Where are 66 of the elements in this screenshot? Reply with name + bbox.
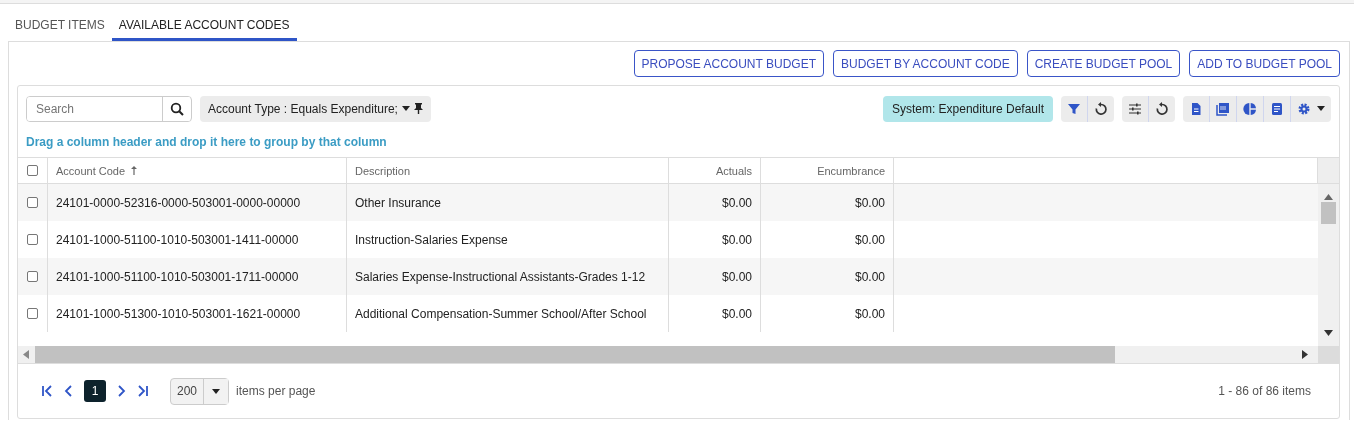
previous-page-icon bbox=[63, 385, 75, 397]
column-header[interactable]: Actuals bbox=[669, 158, 761, 183]
checkbox[interactable] bbox=[27, 165, 38, 176]
table-cell: $0.00 bbox=[854, 306, 885, 321]
search-icon bbox=[169, 101, 184, 116]
scroll-right-icon bbox=[1302, 350, 1308, 359]
table-cell: Salaries Expense-Instructional Assistants-Grades 1-12 bbox=[355, 269, 646, 284]
tab[interactable]: BUDGET ITEMS bbox=[8, 18, 112, 41]
scroll-down-icon bbox=[1324, 330, 1333, 336]
table-cell: $0.00 bbox=[721, 195, 752, 210]
table-cell: Additional Compensation-Summer School/After School bbox=[355, 306, 647, 321]
view-label: System: Expenditure Default bbox=[882, 95, 1053, 122]
checkbox[interactable] bbox=[27, 308, 38, 319]
caret-icon bbox=[1317, 106, 1325, 111]
action-button[interactable]: ADD TO BUDGET POOL bbox=[1189, 50, 1340, 77]
table-cell: $0.00 bbox=[721, 269, 752, 284]
reset-icon bbox=[1155, 101, 1169, 116]
search-button[interactable] bbox=[162, 96, 190, 121]
table-cell: Instruction-Salaries Expense bbox=[355, 232, 508, 247]
column-header[interactable]: Encumbrance bbox=[761, 158, 894, 183]
table-cell: $0.00 bbox=[854, 232, 885, 247]
table-cell: $0.00 bbox=[721, 306, 752, 321]
action-button[interactable]: PROPOSE ACCOUNT BUDGET bbox=[633, 50, 824, 77]
table-cell: $0.00 bbox=[854, 195, 885, 210]
table-cell: 24101-1000-51100-1010-503001-1411-00000 bbox=[56, 232, 299, 247]
filter-icon bbox=[1067, 101, 1081, 116]
document-icon bbox=[1189, 101, 1203, 116]
list-document-icon bbox=[1270, 101, 1284, 116]
table-cell: 24101-0000-52316-0000-503001-0000-00000 bbox=[56, 195, 301, 210]
scroll-up-icon bbox=[1324, 194, 1333, 200]
filter-label: Account Type : Equals Expenditure; bbox=[208, 101, 398, 116]
checkbox[interactable] bbox=[27, 271, 38, 282]
pager-summary: 1 - 86 of 86 items bbox=[1218, 384, 1311, 398]
search-box[interactable]: Search bbox=[26, 95, 192, 122]
scrollbar-thumb[interactable] bbox=[1321, 202, 1336, 224]
pie-chart-icon bbox=[1243, 101, 1257, 116]
scroll-left-icon bbox=[23, 350, 29, 359]
first-page-icon bbox=[41, 385, 53, 397]
gear-icon bbox=[1297, 101, 1311, 116]
tab[interactable]: AVAILABLE ACCOUNT CODES bbox=[111, 18, 297, 41]
pin-icon[interactable] bbox=[413, 103, 423, 114]
page-button[interactable]: 1 bbox=[84, 380, 106, 402]
sliders-icon bbox=[1128, 101, 1142, 116]
checkbox[interactable] bbox=[27, 197, 38, 208]
caret-icon bbox=[212, 388, 221, 394]
table-cell: 24101-1000-51100-1010-503001-1711-00000 bbox=[56, 269, 299, 284]
page-size-label: items per page bbox=[236, 384, 316, 398]
column-header[interactable]: Account Code bbox=[48, 158, 347, 183]
table-cell: Other Insurance bbox=[355, 195, 442, 210]
next-page-icon bbox=[115, 385, 127, 397]
caret-icon[interactable] bbox=[401, 106, 410, 111]
action-button[interactable]: CREATE BUDGET POOL bbox=[1026, 50, 1181, 77]
checkbox[interactable] bbox=[27, 234, 38, 245]
reset-icon bbox=[1094, 101, 1108, 116]
column-header[interactable]: Description bbox=[347, 158, 669, 183]
last-page-icon bbox=[137, 385, 149, 397]
filter-chip[interactable]: Account Type : Equals Expenditure; bbox=[200, 95, 431, 122]
table-cell: $0.00 bbox=[721, 232, 752, 247]
table-cell: 24101-1000-51300-1010-503001-1621-00000 bbox=[56, 306, 301, 321]
table-cell: $0.00 bbox=[854, 269, 885, 284]
scrollbar-thumb[interactable] bbox=[35, 346, 1115, 363]
horizontal-scrollbar[interactable] bbox=[18, 346, 1339, 363]
page-size-dropdown[interactable]: 200 bbox=[170, 377, 230, 405]
group-hint: Drag a column header and drop it here to group by that column bbox=[25, 134, 388, 151]
action-button[interactable]: BUDGET BY ACCOUNT CODE bbox=[833, 50, 1018, 77]
vertical-scrollbar[interactable] bbox=[1318, 184, 1339, 346]
